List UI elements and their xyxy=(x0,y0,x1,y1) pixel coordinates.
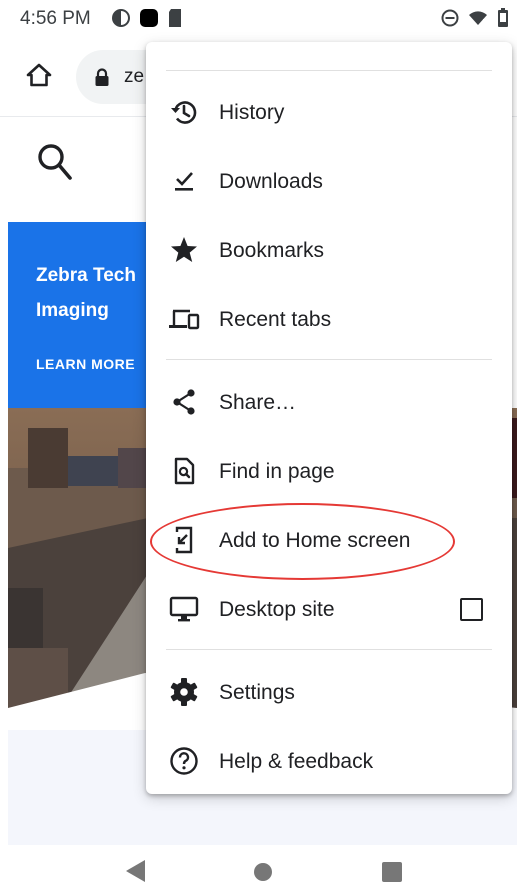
status-notification-icons xyxy=(111,7,183,29)
menu-item-history[interactable]: History xyxy=(146,79,512,145)
menu-item-label: History xyxy=(219,101,285,124)
menu-item-share[interactable]: Share… xyxy=(146,369,512,435)
menu-item-settings[interactable]: Settings xyxy=(146,659,512,725)
desktop-site-checkbox[interactable] xyxy=(460,598,483,621)
menu-item-desktop-site[interactable]: Desktop site xyxy=(146,576,512,642)
sd-card-icon xyxy=(169,9,181,27)
menu-divider xyxy=(166,70,492,71)
menu-item-label: Settings xyxy=(219,681,295,704)
menu-divider xyxy=(166,649,492,650)
home-nav-icon[interactable] xyxy=(254,863,272,881)
lock-icon xyxy=(95,68,109,86)
devices-icon xyxy=(169,309,200,330)
recents-icon[interactable] xyxy=(382,862,402,882)
add-to-home-icon xyxy=(175,526,193,554)
gear-icon xyxy=(170,678,198,706)
menu-item-label: Desktop site xyxy=(219,598,335,621)
navigation-bar xyxy=(0,846,517,894)
menu-item-add-to-home-screen[interactable]: Add to Home screen xyxy=(146,507,512,573)
downloads-icon xyxy=(175,172,193,191)
notification-dark-icon xyxy=(140,9,158,27)
status-system-icons xyxy=(441,7,509,29)
status-time: 4:56 PM xyxy=(20,8,91,29)
back-icon[interactable] xyxy=(126,860,145,882)
share-icon xyxy=(173,389,195,415)
home-icon[interactable] xyxy=(26,62,52,88)
menu-item-label: Add to Home screen xyxy=(219,529,411,552)
menu-item-find-in-page[interactable]: Find in page xyxy=(146,438,512,504)
menu-item-label: Find in page xyxy=(219,460,335,483)
learn-more-link[interactable]: LEARN MORE xyxy=(36,356,135,372)
menu-item-help-feedback[interactable]: Help & feedback xyxy=(146,728,512,794)
menu-item-bookmarks[interactable]: Bookmarks xyxy=(146,217,512,283)
star-icon xyxy=(171,237,197,262)
menu-item-label: Recent tabs xyxy=(219,308,332,331)
status-bar: 4:56 PM xyxy=(0,0,517,36)
battery-icon xyxy=(498,8,508,27)
wifi-icon xyxy=(469,11,487,25)
history-icon xyxy=(171,101,197,124)
menu-item-label: Share… xyxy=(219,391,297,414)
menu-item-label: Downloads xyxy=(219,170,323,193)
menu-item-label: Help & feedback xyxy=(219,750,374,773)
menu-divider xyxy=(166,359,492,360)
menu-item-label: Bookmarks xyxy=(219,239,325,262)
search-icon[interactable] xyxy=(36,142,74,182)
notification-app-icon xyxy=(112,9,130,27)
do-not-disturb-icon xyxy=(441,9,459,27)
find-in-page-icon xyxy=(174,457,195,485)
url-text: ze xyxy=(124,66,145,87)
menu-item-recent-tabs[interactable]: Recent tabs xyxy=(146,286,512,352)
monitor-icon xyxy=(169,596,199,622)
menu-item-downloads[interactable]: Downloads xyxy=(146,148,512,214)
overflow-menu: History Downloads Bookmarks Recent tabs xyxy=(146,42,512,794)
help-icon xyxy=(170,747,198,775)
